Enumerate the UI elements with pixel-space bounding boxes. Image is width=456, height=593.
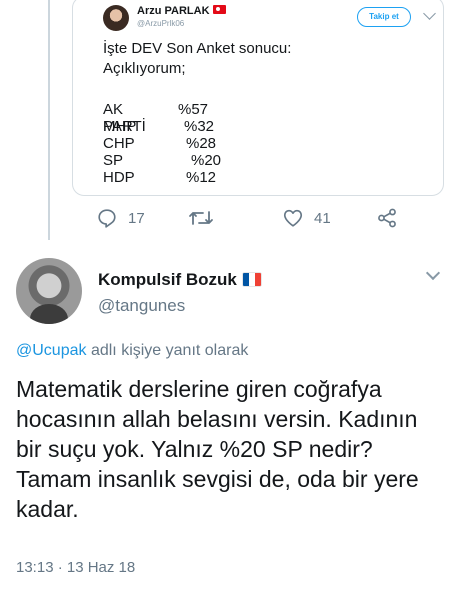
reply-context-text: adlı kişiye yanıt olarak — [86, 342, 249, 359]
party-name: MHP — [103, 118, 137, 135]
tweet-body: Matematik derslerine giren coğrafya hoca… — [16, 376, 419, 522]
party-value: %32 — [184, 118, 215, 135]
share-action[interactable] — [376, 206, 398, 230]
party-name: CHP — [103, 135, 135, 152]
chevron-down-icon[interactable] — [423, 7, 436, 20]
chevron-down-icon[interactable] — [425, 265, 441, 281]
quoted-author-handle: @ArzuPrlk06 — [137, 19, 185, 28]
party-value: %12 — [186, 169, 217, 186]
reply-count: 17 — [128, 209, 145, 227]
quoted-tweet-card[interactable]: Arzu PARLAK @ArzuPrlk06 Takip et İşte DE… — [72, 0, 444, 196]
retweet-icon — [189, 211, 213, 225]
author-handle[interactable]: @tangunes — [98, 296, 185, 316]
reply-action[interactable]: 17 — [96, 206, 145, 230]
tweet-action-bar: 17 41 — [96, 206, 416, 230]
quoted-author-name[interactable]: Arzu PARLAK — [137, 5, 226, 17]
reply-mention-link[interactable]: @Ucupak — [16, 342, 87, 359]
reply-context: @Ucupak adlı kişiye yanıt olarak — [16, 342, 248, 360]
france-flag-icon — [242, 273, 261, 286]
party-name: SP — [103, 152, 124, 169]
party-value: %57 — [178, 101, 209, 118]
party-value: %28 — [186, 135, 217, 152]
follow-button[interactable]: Takip et — [357, 7, 411, 27]
party-value: %20 — [191, 152, 222, 169]
author-name[interactable]: Kompulsif Bozuk — [98, 270, 261, 290]
like-count: 41 — [314, 209, 331, 227]
share-icon — [378, 208, 396, 228]
quoted-text-line: İşte DEV Son Anket sonucu: — [103, 40, 292, 57]
party-name: HDP — [103, 169, 135, 186]
thread-line — [48, 0, 50, 240]
turkey-flag-icon — [212, 5, 226, 14]
reply-icon — [98, 209, 116, 228]
like-icon — [283, 209, 303, 227]
tweet-timestamp[interactable]: 13:13 · 13 Haz 18 — [16, 559, 135, 576]
quoted-text-line: Açıklıyorum; — [103, 60, 186, 77]
retweet-action[interactable] — [188, 206, 224, 230]
like-action[interactable]: 41 — [282, 206, 331, 230]
avatar[interactable] — [16, 258, 82, 324]
quoted-author-avatar[interactable] — [103, 5, 129, 31]
quoted-tweet-text: İşte DEV Son Anket sonucu: Açıklıyorum; — [103, 39, 291, 79]
